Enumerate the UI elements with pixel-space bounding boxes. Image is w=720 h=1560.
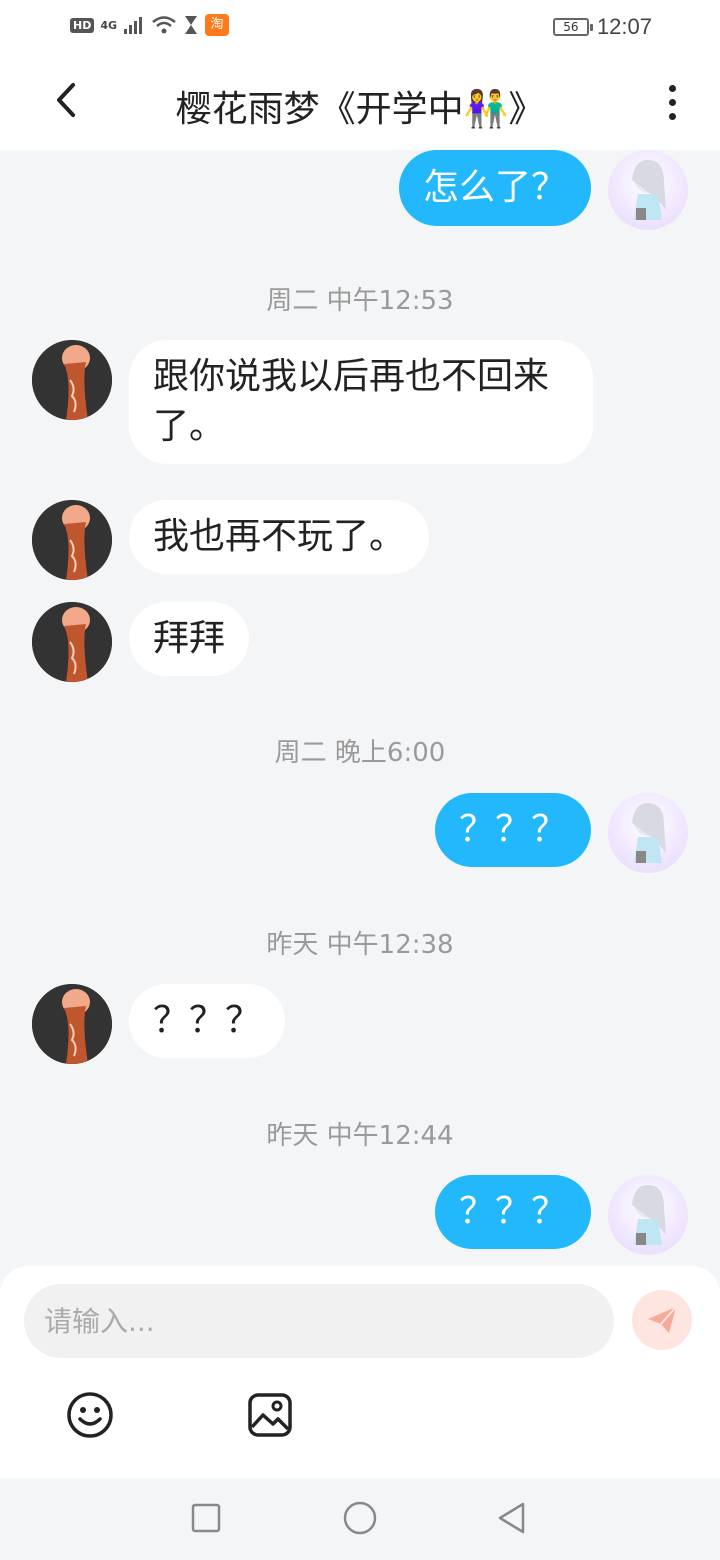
home-button[interactable] <box>340 1498 380 1538</box>
back-button[interactable] <box>44 78 88 122</box>
status-icons-left: HD 4G 淘 <box>70 14 230 36</box>
emoji-button[interactable] <box>63 1388 117 1442</box>
clock: 12:07 <box>596 14 652 39</box>
avatar-redhead-girl-icon <box>32 340 112 420</box>
avatar-anime-girl-icon <box>632 160 666 220</box>
hd-indicator: HD <box>70 17 95 33</box>
status-icons-right: 56 12:07 <box>552 14 652 40</box>
signal-icon <box>124 17 143 34</box>
avatar-redhead-girl-icon <box>32 500 112 580</box>
network-type: 4G <box>100 18 118 32</box>
more-dot <box>668 112 676 120</box>
more-dot <box>668 84 676 92</box>
avatar-redhead-girl-icon <box>32 602 112 682</box>
avatar-anime-girl-icon <box>632 1185 666 1245</box>
contact-avatar[interactable] <box>32 340 112 420</box>
contact-avatar[interactable] <box>32 602 112 682</box>
message-bubble-incoming[interactable]: 拜拜 <box>129 602 250 676</box>
message-row-incoming: 跟你说我以后再也不回来了。 <box>0 340 720 474</box>
contact-avatar[interactable] <box>32 500 112 580</box>
timestamp-divider: 周二 晚上6:00 <box>274 738 446 768</box>
send-button[interactable] <box>632 1290 692 1350</box>
back-nav-button[interactable] <box>492 1498 532 1538</box>
system-nav-bar <box>0 1478 720 1560</box>
avatar-redhead-girl-icon <box>32 984 112 1064</box>
message-row-incoming: 拜拜 <box>0 602 720 682</box>
wifi-icon <box>152 16 176 34</box>
message-input[interactable] <box>24 1284 614 1358</box>
message-bubble-outgoing[interactable]: 怎么了？ <box>398 150 591 226</box>
message-row-incoming: 我也再不玩了。 <box>0 500 720 580</box>
taobao-app-icon: 淘 <box>205 14 230 36</box>
message-list[interactable]: 怎么了？ 周二 中午12:53 跟你说我以后再也不回来了。 我也再不玩了。 拜拜… <box>0 150 720 1265</box>
avatar-anime-girl-icon <box>632 803 666 863</box>
message-bubble-outgoing[interactable]: ？？？ <box>434 1175 591 1249</box>
message-row-outgoing: 怎么了？ <box>0 150 720 230</box>
image-button[interactable] <box>243 1388 297 1442</box>
my-avatar[interactable] <box>608 150 688 230</box>
timestamp-divider: 昨天 中午12:38 <box>266 930 454 960</box>
home-icon <box>343 1501 377 1535</box>
more-dot <box>668 98 676 106</box>
message-bubble-incoming[interactable]: ？？？ <box>129 984 286 1058</box>
my-avatar[interactable] <box>608 1175 688 1255</box>
timestamp-divider: 昨天 中午12:44 <box>266 1121 454 1151</box>
battery-icon: 56 <box>552 18 593 36</box>
chat-title: 樱花雨梦《开学中👫》 <box>175 89 545 130</box>
composer <box>0 1266 720 1478</box>
message-row-outgoing: ？？？ <box>0 793 720 873</box>
hourglass-icon <box>185 16 198 34</box>
back-icon <box>498 1502 525 1534</box>
message-row-outgoing: ？？？ <box>0 1175 720 1255</box>
message-bubble-outgoing[interactable]: ？？？ <box>434 793 591 867</box>
status-bar: HD 4G 淘 56 12:07 <box>0 0 720 56</box>
chevron-left-icon <box>57 83 75 117</box>
image-icon <box>248 1393 292 1437</box>
contact-avatar[interactable] <box>32 984 112 1064</box>
chat-header: 樱花雨梦《开学中👫》 <box>0 56 720 150</box>
message-bubble-incoming[interactable]: 我也再不玩了。 <box>129 500 430 574</box>
emoji-icon <box>67 1392 113 1438</box>
recent-apps-button[interactable] <box>186 1498 226 1538</box>
message-row-incoming: ？？？ <box>0 984 720 1064</box>
my-avatar[interactable] <box>608 793 688 873</box>
paper-plane-icon <box>648 1306 677 1333</box>
message-bubble-incoming[interactable]: 跟你说我以后再也不回来了。 <box>129 340 593 464</box>
more-options-button[interactable] <box>652 80 692 124</box>
timestamp-divider: 周二 中午12:53 <box>266 286 454 316</box>
recent-apps-icon <box>191 1503 221 1533</box>
